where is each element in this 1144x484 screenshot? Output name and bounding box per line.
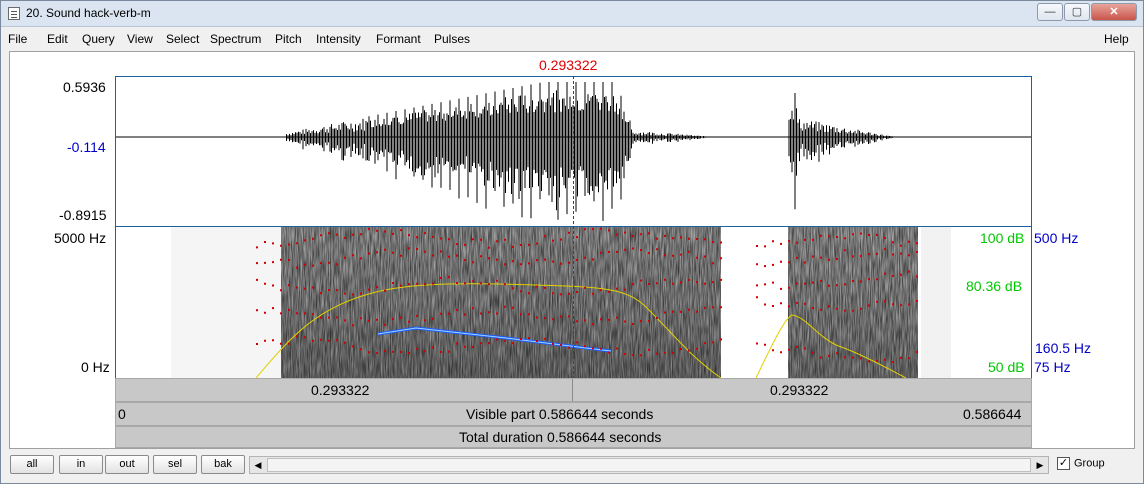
scroll-left-icon[interactable]: ◀ — [250, 457, 266, 473]
cursor-overlay — [573, 76, 574, 378]
window-title: 20. Sound hack-verb-m — [26, 6, 151, 20]
menu-view[interactable]: View — [127, 32, 153, 46]
total-duration-caption: Total duration 0.586644 seconds — [459, 429, 662, 445]
zoom-back-button[interactable]: bak — [201, 455, 245, 474]
menu-file[interactable]: File — [8, 32, 27, 46]
group-checkbox[interactable]: ✓ Group — [1057, 457, 1105, 470]
zoom-in-button[interactable]: in — [59, 455, 103, 474]
spectrogram-bottom-freq-label: 0 Hz — [81, 359, 110, 375]
menu-edit[interactable]: Edit — [47, 32, 68, 46]
time-scrollbar[interactable]: ◀ ▶ — [249, 456, 1049, 474]
menu-bar: File Edit Query View Select Spectrum Pit… — [1, 29, 1143, 49]
menu-query[interactable]: Query — [82, 32, 115, 46]
menu-pitch[interactable]: Pitch — [275, 32, 302, 46]
close-button[interactable]: ✕ — [1091, 3, 1137, 21]
waveform-max-label: 0.5936 — [63, 79, 106, 95]
menu-select[interactable]: Select — [166, 32, 199, 46]
menu-help[interactable]: Help — [1104, 32, 1129, 46]
group-check-icon: ✓ — [1057, 457, 1070, 470]
scroll-right-icon[interactable]: ▶ — [1032, 457, 1048, 473]
visible-start-time: 0 — [118, 406, 126, 422]
bottom-toolbar: all in out sel bak ◀ ▶ ✓ Group — [1, 451, 1143, 483]
cursor-time-label: 0.293322 — [539, 57, 598, 73]
left-part-duration: 0.293322 — [311, 382, 370, 398]
left-part-segment[interactable]: 0.293322 — [116, 379, 573, 401]
total-duration-bar[interactable]: Total duration 0.586644 seconds — [115, 426, 1032, 448]
zoom-out-button[interactable]: out — [105, 455, 149, 474]
maximize-button[interactable]: ▢ — [1064, 3, 1090, 21]
visible-end-time: 0.586644 — [963, 406, 1022, 422]
selection-bar: 0.293322 0.293322 — [115, 378, 1032, 402]
waveform-value-label: -0.114 — [67, 139, 106, 155]
minimize-button[interactable]: — — [1037, 3, 1063, 21]
group-label: Group — [1074, 457, 1105, 470]
scrollbar-thumb[interactable] — [267, 458, 1031, 472]
title-bar: 20. Sound hack-verb-m — ▢ ✕ — [1, 1, 1143, 27]
menu-intensity[interactable]: Intensity — [316, 32, 361, 46]
spectrogram-top-freq-label: 5000 Hz — [54, 230, 107, 246]
zoom-all-button[interactable]: all — [10, 455, 54, 474]
waveform-min-label: -0.8915 — [59, 207, 107, 223]
app-icon — [8, 7, 20, 20]
pitch-bottom-label: 75 Hz — [1034, 359, 1071, 375]
praat-sound-window: 20. Sound hack-verb-m — ▢ ✕ File Edit Qu… — [0, 0, 1144, 484]
right-part-segment[interactable]: 0.293322 — [574, 379, 1031, 401]
menu-spectrum[interactable]: Spectrum — [210, 32, 261, 46]
visible-part-caption: Visible part 0.586644 seconds — [466, 406, 654, 422]
visible-part-bar[interactable]: 0 Visible part 0.586644 seconds 0.586644 — [115, 402, 1032, 426]
pitch-value-label: 160.5 Hz — [1035, 340, 1092, 356]
menu-formant[interactable]: Formant — [376, 32, 421, 46]
zoom-sel-button[interactable]: sel — [153, 455, 197, 474]
right-part-duration: 0.293322 — [770, 382, 829, 398]
pitch-top-label: 500 Hz — [1034, 230, 1079, 246]
menu-pulses[interactable]: Pulses — [434, 32, 470, 46]
